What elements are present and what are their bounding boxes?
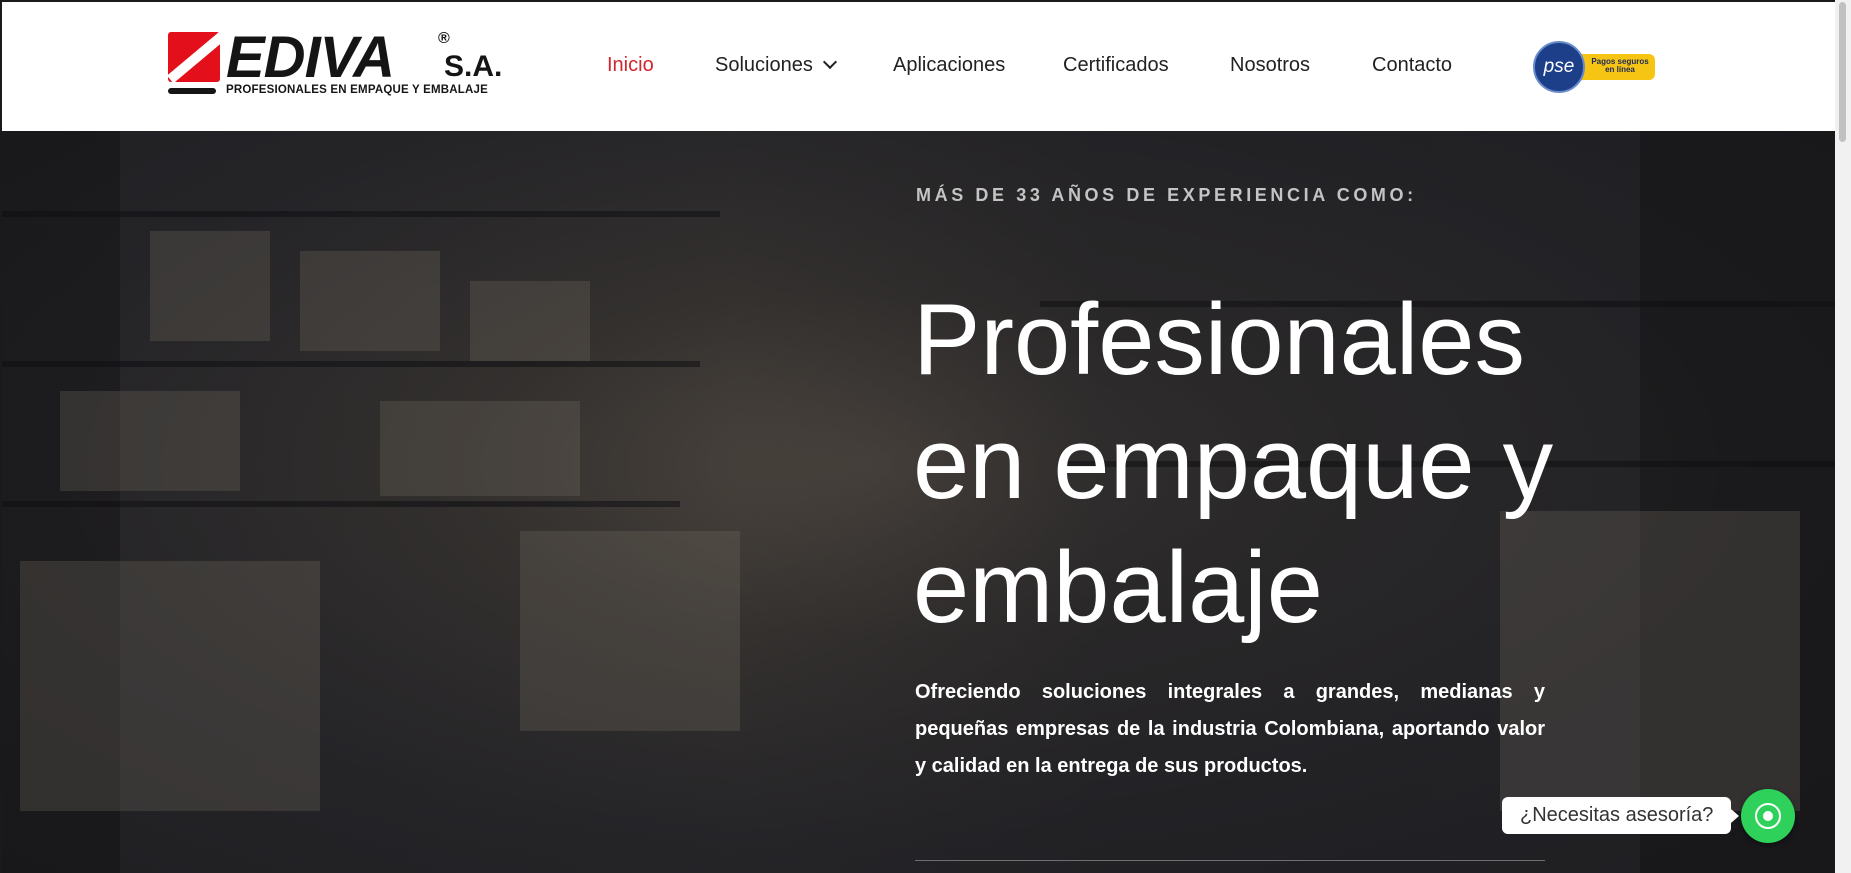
logo-wordmark: EDIVA xyxy=(226,25,395,90)
warehouse-box xyxy=(20,561,320,811)
logo-underline xyxy=(168,88,216,94)
nav-item-soluciones-label: Soluciones xyxy=(715,54,813,76)
shelf-line xyxy=(0,211,720,217)
warehouse-box xyxy=(60,391,240,491)
logo-suffix: S.A. xyxy=(444,50,503,83)
shelf-line xyxy=(0,361,700,367)
hero-divider xyxy=(915,860,1545,861)
shelf-line xyxy=(0,501,680,507)
nav-item-contacto[interactable]: Contacto xyxy=(1372,54,1452,77)
page-scrollbar[interactable] xyxy=(1835,0,1851,873)
hero-headline: Profesionales en empaque y embalaje xyxy=(913,284,1554,644)
warehouse-box xyxy=(520,531,740,731)
nav-item-certificados[interactable]: Certificados xyxy=(1063,54,1169,77)
warehouse-box xyxy=(300,251,440,351)
logo-tagline: PROFESIONALES EN EMPAQUE Y EMBALAJE xyxy=(226,84,488,96)
chevron-down-icon xyxy=(822,54,837,70)
chat-prompt[interactable]: ¿Necesitas asesoría? xyxy=(1502,797,1740,834)
hero-kicker: MÁS DE 33 AÑOS DE EXPERIENCIA COMO: xyxy=(916,185,1417,205)
pse-payment-button[interactable]: Pagos seguros en línea pse xyxy=(1533,39,1659,95)
warehouse-box xyxy=(150,231,270,341)
nav-item-aplicaciones[interactable]: Aplicaciones xyxy=(893,54,1005,77)
site-header: EDIVA ® S.A. PROFESIONALES EN EMPAQUE Y … xyxy=(0,0,1835,131)
scrollbar-thumb[interactable] xyxy=(1839,2,1846,142)
nav-item-nosotros[interactable]: Nosotros xyxy=(1230,54,1310,77)
pse-logo-icon: pse xyxy=(1533,41,1585,93)
logo-mark-icon xyxy=(168,32,220,82)
hero-lede: Ofreciendo soluciones integrales a grand… xyxy=(915,681,1545,777)
nav-item-soluciones[interactable]: Soluciones xyxy=(715,54,837,77)
pse-band-text: Pagos seguros en línea xyxy=(1591,57,1649,74)
pse-logo-text: pse xyxy=(1543,56,1575,77)
warehouse-box xyxy=(380,401,580,496)
logo-registered-mark: ® xyxy=(438,30,450,47)
whatsapp-icon[interactable] xyxy=(1741,789,1795,843)
nav-item-inicio[interactable]: Inicio xyxy=(607,54,654,77)
warehouse-box xyxy=(470,281,590,361)
hero-section: MÁS DE 33 AÑOS DE EXPERIENCIA COMO: Prof… xyxy=(0,131,1835,873)
ediva-logo[interactable]: EDIVA ® S.A. PROFESIONALES EN EMPAQUE Y … xyxy=(168,26,508,100)
